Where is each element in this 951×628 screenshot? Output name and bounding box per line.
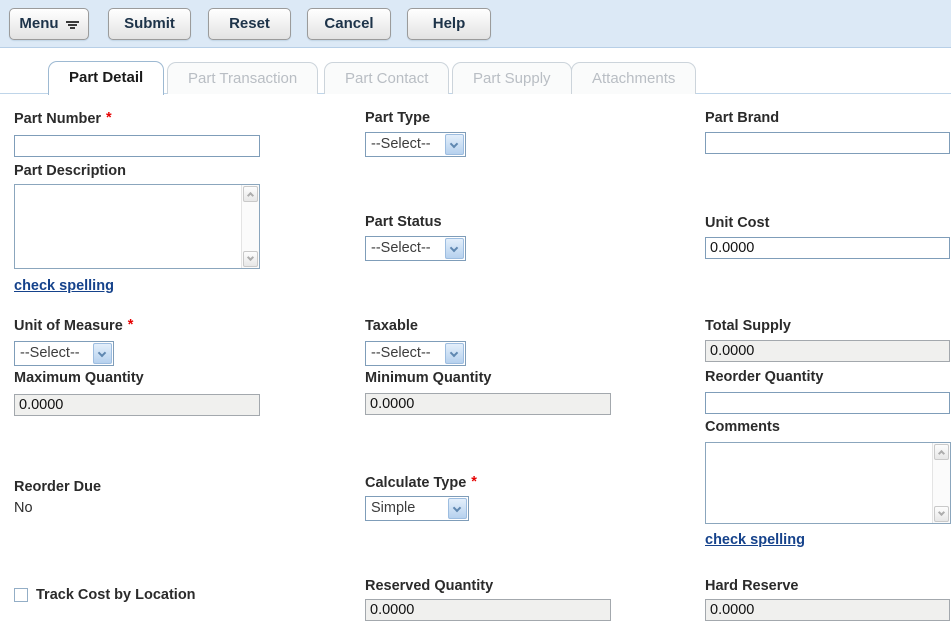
required-marker: * xyxy=(106,110,112,126)
part-type-select[interactable]: --Select-- xyxy=(365,132,466,157)
maximum-quantity-input xyxy=(14,394,260,416)
taxable-select[interactable]: --Select-- xyxy=(365,341,466,366)
hard-reserve-input xyxy=(705,599,950,621)
reorder-quantity-input[interactable] xyxy=(705,392,950,414)
textarea-scrollbar[interactable] xyxy=(241,185,259,268)
unit-of-measure-value: --Select-- xyxy=(20,345,80,361)
part-type-label: Part Type xyxy=(365,110,430,126)
hard-reserve-label: Hard Reserve xyxy=(705,578,799,594)
calculate-type-value: Simple xyxy=(371,500,415,516)
reserved-quantity-input xyxy=(365,599,611,621)
calculate-type-select[interactable]: Simple xyxy=(365,496,469,521)
unit-of-measure-label: Unit of Measure* xyxy=(14,318,133,334)
select-dropdown-button xyxy=(445,343,464,364)
chevron-up-icon xyxy=(938,450,945,457)
unit-cost-input[interactable] xyxy=(705,237,950,259)
part-description-textarea[interactable] xyxy=(14,184,260,269)
tab-attachments[interactable]: Attachments xyxy=(571,62,696,94)
reset-button[interactable]: Reset xyxy=(208,8,291,40)
cancel-button[interactable]: Cancel xyxy=(307,8,391,40)
tab-part-transaction[interactable]: Part Transaction xyxy=(167,62,318,94)
track-cost-by-location-label: Track Cost by Location xyxy=(36,587,196,603)
select-dropdown-button xyxy=(448,498,467,519)
scroll-down-button[interactable] xyxy=(934,506,949,522)
part-brand-input[interactable] xyxy=(705,132,950,154)
menu-button-label: Menu xyxy=(19,9,58,39)
part-description-label: Part Description xyxy=(14,163,126,179)
chevron-down-icon xyxy=(98,349,106,357)
reorder-due-label: Reorder Due xyxy=(14,479,101,495)
select-dropdown-button xyxy=(445,238,464,259)
tab-part-contact[interactable]: Part Contact xyxy=(324,62,449,94)
part-number-input[interactable] xyxy=(14,135,260,157)
chevron-down-icon xyxy=(450,140,458,148)
scroll-up-button[interactable] xyxy=(243,186,258,202)
select-dropdown-button xyxy=(445,134,464,155)
required-marker: * xyxy=(471,474,477,490)
chevron-down-icon xyxy=(450,244,458,252)
scroll-up-button[interactable] xyxy=(934,444,949,460)
check-spelling-link-comments[interactable]: check spelling xyxy=(705,532,805,548)
toolbar: Menu Submit Reset Cancel Help xyxy=(0,0,951,48)
total-supply-label: Total Supply xyxy=(705,318,791,334)
select-dropdown-button xyxy=(93,343,112,364)
part-type-value: --Select-- xyxy=(371,136,431,152)
tab-part-supply[interactable]: Part Supply xyxy=(452,62,572,94)
chevron-down-icon xyxy=(453,504,461,512)
menu-dropdown-icon xyxy=(66,21,79,30)
part-detail-form-window: Menu Submit Reset Cancel Help Part Detai… xyxy=(0,0,951,628)
help-button[interactable]: Help xyxy=(407,8,491,40)
reserved-quantity-label: Reserved Quantity xyxy=(365,578,493,594)
check-spelling-link-description[interactable]: check spelling xyxy=(14,278,114,294)
total-supply-input xyxy=(705,340,950,362)
minimum-quantity-label: Minimum Quantity xyxy=(365,370,491,386)
chevron-down-icon xyxy=(247,254,254,261)
chevron-down-icon xyxy=(938,509,945,516)
part-number-label: Part Number* xyxy=(14,111,112,127)
chevron-up-icon xyxy=(247,192,254,199)
reorder-due-value: No xyxy=(14,500,33,516)
taxable-value: --Select-- xyxy=(371,345,431,361)
tab-part-detail[interactable]: Part Detail xyxy=(48,61,164,95)
part-status-select[interactable]: --Select-- xyxy=(365,236,466,261)
comments-textarea[interactable] xyxy=(705,442,951,524)
maximum-quantity-label: Maximum Quantity xyxy=(14,370,144,386)
unit-cost-label: Unit Cost xyxy=(705,215,769,231)
part-brand-label: Part Brand xyxy=(705,110,779,126)
calculate-type-label: Calculate Type* xyxy=(365,475,477,491)
required-marker: * xyxy=(128,317,134,333)
scroll-down-button[interactable] xyxy=(243,251,258,267)
submit-button[interactable]: Submit xyxy=(108,8,191,40)
minimum-quantity-input xyxy=(365,393,611,415)
reorder-quantity-label: Reorder Quantity xyxy=(705,369,823,385)
unit-of-measure-select[interactable]: --Select-- xyxy=(14,341,114,366)
textarea-scrollbar[interactable] xyxy=(932,443,950,523)
part-status-value: --Select-- xyxy=(371,240,431,256)
part-status-label: Part Status xyxy=(365,214,442,230)
menu-button[interactable]: Menu xyxy=(9,8,89,40)
taxable-label: Taxable xyxy=(365,318,418,334)
chevron-down-icon xyxy=(450,349,458,357)
track-cost-by-location-checkbox[interactable] xyxy=(14,588,28,602)
comments-label: Comments xyxy=(705,419,780,435)
